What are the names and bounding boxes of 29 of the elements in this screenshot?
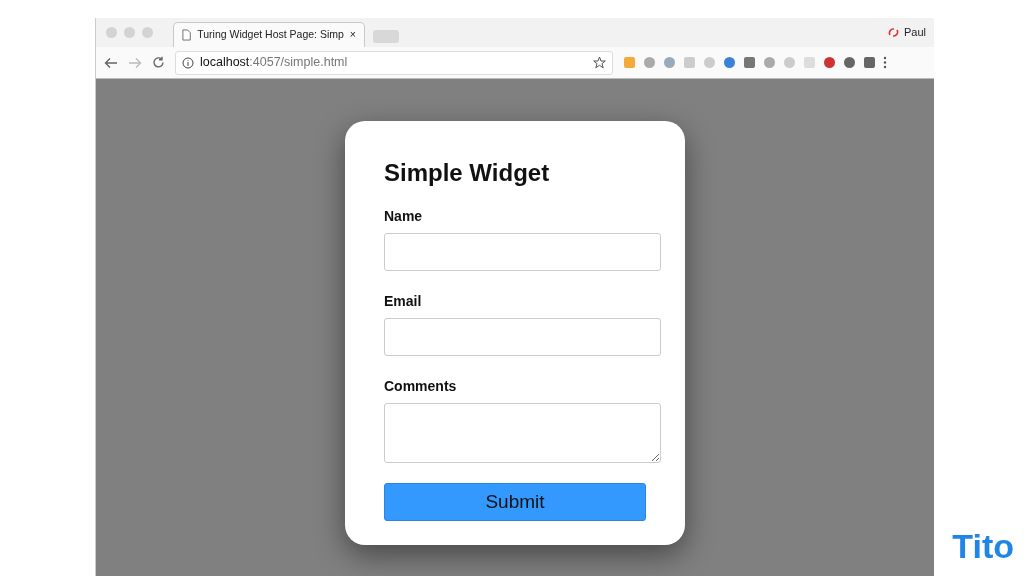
form-title: Simple Widget (384, 159, 551, 188)
page-icon (182, 29, 192, 41)
sync-icon (887, 27, 899, 38)
comments-field[interactable] (384, 402, 661, 463)
close-icon[interactable]: × (349, 27, 356, 43)
back-icon[interactable] (104, 56, 118, 69)
address-bar[interactable]: localhost:4057/simple.html (175, 50, 613, 75)
browser-tab[interactable]: Turing Widget Host Page: Simp × (173, 22, 365, 47)
extension-icon[interactable] (843, 56, 856, 69)
field-label: Comments (384, 376, 458, 396)
logo: Tito (952, 526, 1014, 567)
star-icon[interactable] (593, 56, 606, 69)
profile-button[interactable]: Paul (887, 24, 934, 41)
submit-button[interactable]: Submit (384, 482, 646, 521)
extension-icon[interactable] (663, 56, 676, 69)
menu-icon[interactable] (883, 56, 887, 69)
reload-icon[interactable] (152, 56, 165, 69)
input-field[interactable] (384, 317, 661, 356)
window-controls[interactable] (106, 27, 153, 38)
field-label: Email (384, 291, 423, 311)
extension-icon[interactable] (863, 56, 876, 69)
input-field[interactable] (384, 232, 661, 271)
extension-icon[interactable] (723, 56, 736, 69)
extension-icon[interactable] (743, 56, 756, 69)
info-icon (182, 56, 194, 69)
url-text: localhost:4057/simple.html (200, 54, 348, 72)
extension-icon[interactable] (823, 56, 836, 69)
forward-icon[interactable] (128, 56, 142, 69)
field-label: Name (384, 206, 424, 226)
